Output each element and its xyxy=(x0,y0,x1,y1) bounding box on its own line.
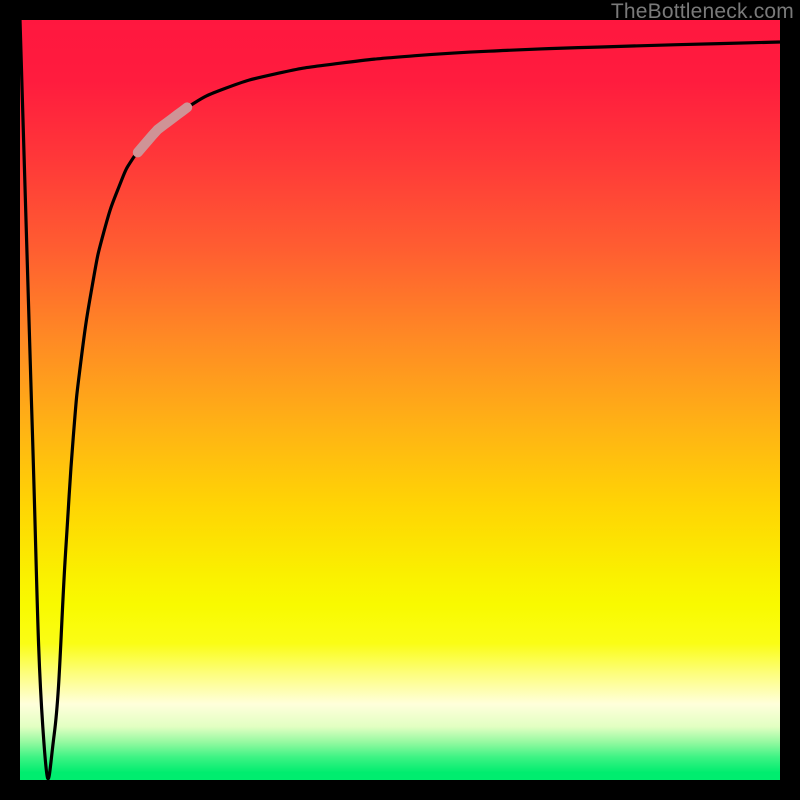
chart-plot-area xyxy=(20,20,780,780)
attribution-text: TheBottleneck.com xyxy=(611,0,794,24)
curve-line xyxy=(20,20,780,779)
chart-svg xyxy=(20,20,780,780)
chart-frame: TheBottleneck.com xyxy=(0,0,800,800)
curve-highlight-segment xyxy=(138,107,187,152)
